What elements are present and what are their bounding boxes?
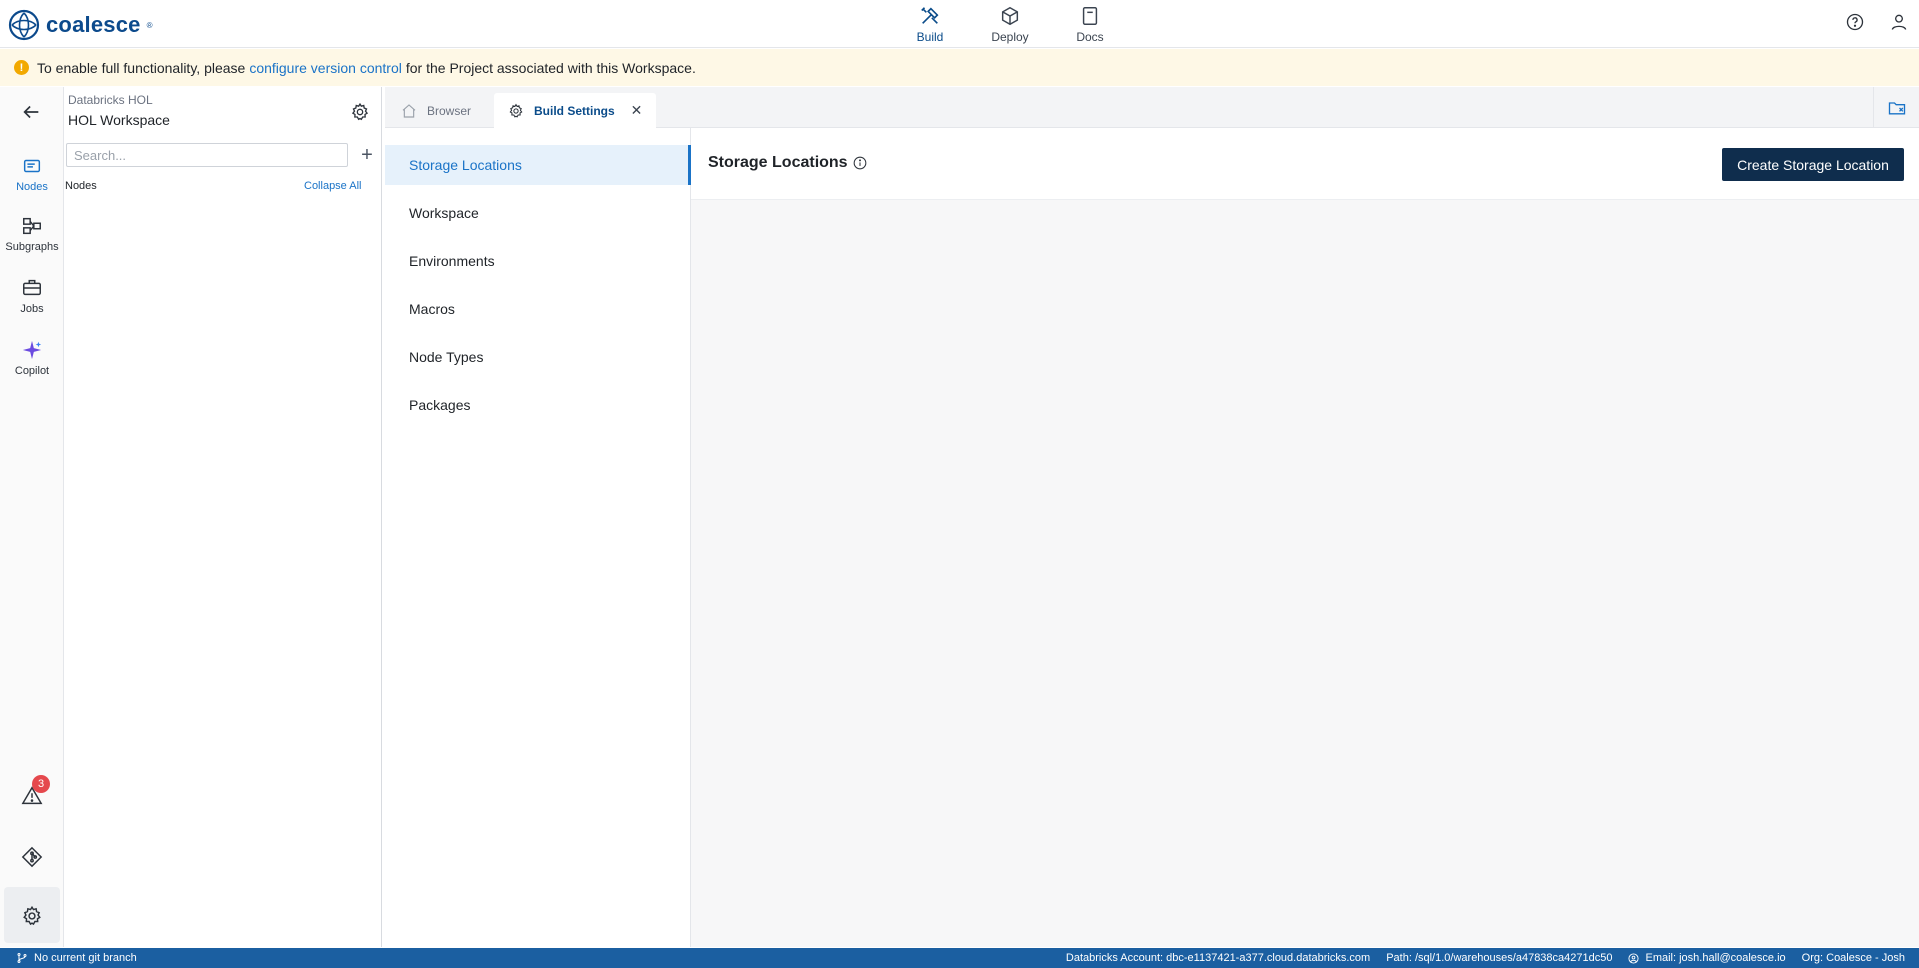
add-node-button[interactable]: + <box>356 143 378 167</box>
info-icon[interactable] <box>853 156 867 170</box>
home-icon <box>402 103 416 118</box>
git-branch-status[interactable]: No current git branch <box>16 952 137 964</box>
banner-prefix: To enable full functionality, please <box>37 59 246 76</box>
tab-browser[interactable]: Browser <box>387 93 485 128</box>
nodes-header: Nodes <box>65 180 97 192</box>
alerts-count-badge: 3 <box>32 775 50 793</box>
subgraphs-icon <box>23 217 41 235</box>
rail-item-jobs[interactable]: Jobs <box>0 277 64 315</box>
settings-item-macros[interactable]: Macros <box>385 289 691 329</box>
build-icon <box>921 6 939 24</box>
brand[interactable]: coalesce ® <box>8 9 152 41</box>
rail-item-label: Nodes <box>16 181 48 193</box>
rail-item-label: Jobs <box>20 303 44 315</box>
nav-tab-docs[interactable]: Docs <box>1050 0 1130 48</box>
nodes-panel: Databricks HOL HOL Workspace + Nodes Col… <box>64 87 382 947</box>
folder-toggle[interactable] <box>1873 87 1919 128</box>
deploy-icon <box>1001 6 1019 25</box>
git-icon[interactable] <box>21 846 43 868</box>
back-arrow-icon[interactable] <box>20 101 42 123</box>
version-control-banner: ! To enable full functionality, please c… <box>0 49 1919 86</box>
settings-nav: Storage Locations Workspace Environments… <box>385 128 691 947</box>
git-branch-icon <box>17 953 27 963</box>
help-icon[interactable] <box>1845 12 1865 32</box>
jobs-icon <box>23 279 41 296</box>
folder-close-icon <box>1888 101 1905 114</box>
tab-label: Browser <box>427 103 472 118</box>
top-right-actions <box>1845 12 1909 32</box>
collapse-all-link[interactable]: Collapse All <box>304 180 361 192</box>
gear-icon[interactable] <box>21 905 43 927</box>
settings-item-environments[interactable]: Environments <box>385 241 691 281</box>
coalesce-logo-icon <box>8 9 40 41</box>
email-group: Email: josh.hall@coalesce.io <box>1628 952 1786 964</box>
tab-bar: Browser Build Settings ✕ <box>385 87 1919 128</box>
tab-label: Build Settings <box>534 103 615 118</box>
create-storage-location-button[interactable]: Create Storage Location <box>1722 148 1904 181</box>
rail-item-nodes[interactable]: Nodes <box>0 155 64 193</box>
nav-tab-label: Deploy <box>991 29 1029 44</box>
node-search-input[interactable] <box>66 143 348 167</box>
brand-reg-mark: ® <box>146 20 153 30</box>
organization: Org: Coalesce - Josh <box>1801 952 1905 964</box>
page-title: Storage Locations <box>708 154 848 171</box>
git-branch-text: No current git branch <box>34 952 137 964</box>
configure-version-control-link[interactable]: configure version control <box>249 60 402 76</box>
settings-icon <box>509 103 523 118</box>
content-header: Storage Locations Create Storage Locatio… <box>691 128 1919 200</box>
icon-rail: Nodes Subgraphs Jobs Copilot 3 <box>0 87 64 947</box>
rail-item-label: Subgraphs <box>5 241 59 253</box>
tab-build-settings[interactable]: Build Settings ✕ <box>494 93 657 128</box>
user-circle-icon <box>1628 952 1640 964</box>
nav-tab-deploy[interactable]: Deploy <box>970 0 1050 48</box>
settings-item-node-types[interactable]: Node Types <box>385 337 691 377</box>
storage-locations-content: Storage Locations Create Storage Locatio… <box>691 128 1919 947</box>
banner-suffix: for the Project associated with this Wor… <box>405 59 696 76</box>
nav-tab-label: Docs <box>1076 29 1104 44</box>
top-nav: coalesce ® Build Deploy Docs <box>0 0 1919 48</box>
settings-item-packages[interactable]: Packages <box>385 385 691 425</box>
rail-item-subgraphs[interactable]: Subgraphs <box>0 215 64 253</box>
nodes-icon <box>23 159 41 173</box>
settings-item-storage-locations[interactable]: Storage Locations <box>385 145 691 185</box>
copilot-icon <box>22 340 42 360</box>
user-icon[interactable] <box>1889 12 1909 32</box>
workspace-name: HOL Workspace <box>68 112 170 128</box>
databricks-account: Databricks Account: dbc-e1137421-a377.cl… <box>1065 952 1371 964</box>
project-name: Databricks HOL <box>68 93 153 107</box>
docs-icon <box>1082 6 1098 25</box>
nav-tab-label: Build <box>916 29 944 44</box>
status-bar: No current git branch Databricks Account… <box>0 948 1919 968</box>
warehouse-path: Path: /sql/1.0/warehouses/a47838ca4271dc… <box>1386 952 1613 964</box>
connection-info: Databricks Account: dbc-e1137421-a377.cl… <box>1066 952 1905 964</box>
close-tab-icon[interactable]: ✕ <box>631 102 643 119</box>
user-email: Email: josh.hall@coalesce.io <box>1645 952 1786 964</box>
rail-item-copilot[interactable]: Copilot <box>0 339 64 377</box>
brand-name: coalesce <box>46 12 141 37</box>
nav-tab-build[interactable]: Build <box>890 0 970 48</box>
primary-nav: Build Deploy Docs <box>890 0 1130 48</box>
workspace-settings-gear-icon[interactable] <box>350 102 370 122</box>
warning-icon: ! <box>14 60 29 75</box>
settings-item-workspace[interactable]: Workspace <box>385 193 691 233</box>
rail-item-label: Copilot <box>14 365 50 377</box>
